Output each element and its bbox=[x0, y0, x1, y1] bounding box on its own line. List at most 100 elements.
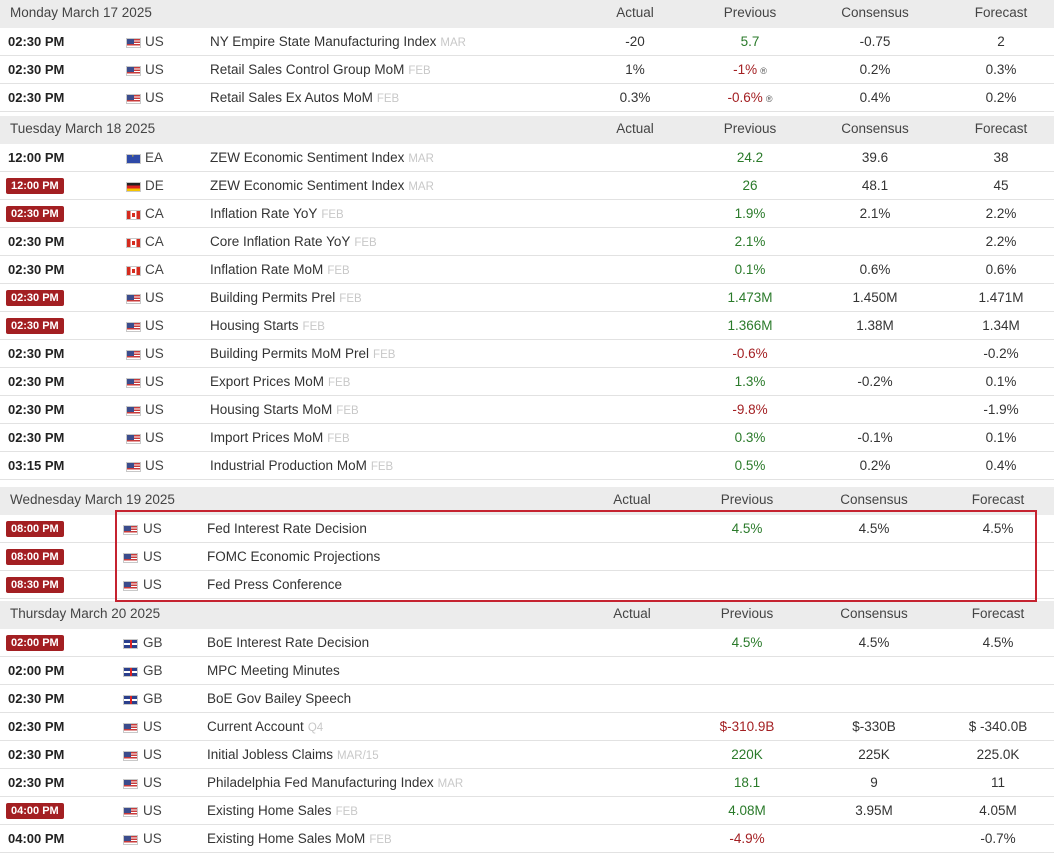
event-title[interactable]: Initial Jobless Claims bbox=[207, 747, 333, 762]
event-name[interactable]: Inflation Rate YoY FEB bbox=[210, 206, 344, 221]
event-row[interactable]: 03:15 PM US Industrial Production MoM FEB 0.… bbox=[0, 452, 1054, 480]
event-name[interactable]: BoE Interest Rate Decision bbox=[207, 635, 369, 650]
event-title[interactable]: Building Permits Prel bbox=[210, 290, 335, 305]
event-name[interactable]: Existing Home Sales MoM FEB bbox=[207, 831, 392, 846]
value-consensus: 48.1 bbox=[815, 178, 935, 193]
event-row[interactable]: 02:30 PM US Retail Sales Control Group MoM… bbox=[0, 56, 1054, 84]
event-name[interactable]: Building Permits MoM Prel FEB bbox=[210, 346, 395, 361]
event-title[interactable]: Fed Press Conference bbox=[207, 577, 342, 592]
event-row[interactable]: 12:00 PM DE ZEW Economic Sentiment Index MA… bbox=[0, 172, 1054, 200]
event-row[interactable]: 02:30 PM US Housing Starts FEB 1.366M 1.38M 1.… bbox=[0, 312, 1054, 340]
event-title[interactable]: Existing Home Sales MoM bbox=[207, 831, 365, 846]
event-name[interactable]: Export Prices MoM FEB bbox=[210, 374, 350, 389]
event-row[interactable]: 02:30 PM US Export Prices MoM FEB 1.3% -0.2% 0… bbox=[0, 368, 1054, 396]
event-row[interactable]: 04:00 PM US Existing Home Sales FEB 4.08M 3.9… bbox=[0, 797, 1054, 825]
event-title[interactable]: MPC Meeting Minutes bbox=[207, 663, 340, 678]
value-previous-text: -4.9% bbox=[729, 831, 765, 846]
event-title[interactable]: Import Prices MoM bbox=[210, 430, 323, 445]
event-title[interactable]: NY Empire State Manufacturing Index bbox=[210, 34, 436, 49]
value-previous: 18.1 bbox=[687, 775, 807, 790]
event-row[interactable]: 02:30 PM US Retail Sales Ex Autos MoM FEB 0.… bbox=[0, 84, 1054, 112]
event-row[interactable]: 02:30 PM US Philadelphia Fed Manufacturing… bbox=[0, 769, 1054, 797]
event-row[interactable]: 08:30 PM US Fed Press Conference bbox=[0, 571, 1054, 599]
event-time: 12:00 PM bbox=[8, 150, 65, 165]
event-title[interactable]: BoE Interest Rate Decision bbox=[207, 635, 369, 650]
event-name[interactable]: FOMC Economic Projections bbox=[207, 549, 380, 564]
value-consensus: 1.450M bbox=[815, 290, 935, 305]
event-row[interactable]: 02:30 PM US Building Permits MoM Prel FEB -0… bbox=[0, 340, 1054, 368]
event-title[interactable]: Building Permits MoM Prel bbox=[210, 346, 369, 361]
event-name[interactable]: Fed Interest Rate Decision bbox=[207, 521, 367, 536]
event-row[interactable]: 02:30 PM US Current Account Q4 $-310.9B $-330… bbox=[0, 713, 1054, 741]
event-title[interactable]: Industrial Production MoM bbox=[210, 458, 367, 473]
value-consensus: 9 bbox=[814, 775, 934, 790]
value-forecast: 45 bbox=[941, 178, 1054, 193]
event-name[interactable]: Initial Jobless Claims MAR/15 bbox=[207, 747, 379, 762]
event-row[interactable]: 02:30 PM CA Inflation Rate MoM FEB 0.1% 0.6% 0… bbox=[0, 256, 1054, 284]
event-name[interactable]: Existing Home Sales FEB bbox=[207, 803, 358, 818]
value-forecast-text: -0.7% bbox=[980, 831, 1016, 846]
value-consensus-text: -0.75 bbox=[859, 34, 891, 49]
country-code: GB bbox=[143, 691, 163, 706]
event-row[interactable]: 12:00 PM EA ZEW Economic Sentiment Index MA… bbox=[0, 144, 1054, 172]
event-row[interactable]: 02:30 PM CA Inflation Rate YoY FEB 1.9% 2.1% 2… bbox=[0, 200, 1054, 228]
value-consensus-text: 2.1% bbox=[859, 206, 891, 221]
event-row[interactable]: 02:30 PM US Building Permits Prel FEB 1.473M… bbox=[0, 284, 1054, 312]
event-title[interactable]: Core Inflation Rate YoY bbox=[210, 234, 350, 249]
event-title[interactable]: BoE Gov Bailey Speech bbox=[207, 691, 351, 706]
event-row[interactable]: 02:00 PM GB BoE Interest Rate Decision 4.5%… bbox=[0, 629, 1054, 657]
event-title[interactable]: Housing Starts MoM bbox=[210, 402, 332, 417]
event-title[interactable]: Fed Interest Rate Decision bbox=[207, 521, 367, 536]
event-name[interactable]: Fed Press Conference bbox=[207, 577, 342, 592]
event-row[interactable]: 02:00 PM GB MPC Meeting Minutes bbox=[0, 657, 1054, 685]
event-name[interactable]: Building Permits Prel FEB bbox=[210, 290, 362, 305]
value-consensus-text: 4.5% bbox=[858, 521, 890, 536]
event-name[interactable]: Import Prices MoM FEB bbox=[210, 430, 350, 445]
event-name[interactable]: BoE Gov Bailey Speech bbox=[207, 691, 351, 706]
event-name[interactable]: Philadelphia Fed Manufacturing Index MAR bbox=[207, 775, 463, 790]
event-row[interactable]: 02:30 PM CA Core Inflation Rate YoY FEB 2.1%… bbox=[0, 228, 1054, 256]
event-name[interactable]: MPC Meeting Minutes bbox=[207, 663, 340, 678]
event-name[interactable]: Housing Starts FEB bbox=[210, 318, 325, 333]
event-title[interactable]: ZEW Economic Sentiment Index bbox=[210, 178, 404, 193]
event-name[interactable]: Inflation Rate MoM FEB bbox=[210, 262, 350, 277]
event-name[interactable]: NY Empire State Manufacturing Index MAR bbox=[210, 34, 466, 49]
event-title[interactable]: FOMC Economic Projections bbox=[207, 549, 380, 564]
event-title[interactable]: Retail Sales Control Group MoM bbox=[210, 62, 404, 77]
event-time: 02:00 PM bbox=[8, 663, 65, 678]
value-consensus-text: 4.5% bbox=[858, 635, 890, 650]
event-time: 02:30 PM bbox=[8, 430, 65, 445]
value-previous: -9.8% bbox=[690, 402, 810, 417]
event-row[interactable]: 02:30 PM US NY Empire State Manufacturing … bbox=[0, 28, 1054, 56]
event-title[interactable]: Philadelphia Fed Manufacturing Index bbox=[207, 775, 434, 790]
event-title[interactable]: Inflation Rate YoY bbox=[210, 206, 317, 221]
event-name[interactable]: Retail Sales Control Group MoM FEB bbox=[210, 62, 431, 77]
event-name[interactable]: ZEW Economic Sentiment Index MAR bbox=[210, 150, 434, 165]
event-name[interactable]: Retail Sales Ex Autos MoM FEB bbox=[210, 90, 399, 105]
event-row[interactable]: 02:30 PM US Housing Starts MoM FEB -9.8% -1.9… bbox=[0, 396, 1054, 424]
event-row[interactable]: 02:30 PM US Initial Jobless Claims MAR/15 22… bbox=[0, 741, 1054, 769]
flag-us-icon bbox=[123, 807, 138, 817]
event-title[interactable]: ZEW Economic Sentiment Index bbox=[210, 150, 404, 165]
event-reference-period: FEB bbox=[370, 461, 394, 473]
value-previous-text: 220K bbox=[731, 747, 763, 762]
event-row[interactable]: 08:00 PM US Fed Interest Rate Decision 4.5%… bbox=[0, 515, 1054, 543]
event-name[interactable]: ZEW Economic Sentiment Index MAR bbox=[210, 178, 434, 193]
event-title[interactable]: Housing Starts bbox=[210, 318, 299, 333]
event-row[interactable]: 04:00 PM US Existing Home Sales MoM FEB -4.9… bbox=[0, 825, 1054, 853]
event-name[interactable]: Industrial Production MoM FEB bbox=[210, 458, 393, 473]
event-title[interactable]: Export Prices MoM bbox=[210, 374, 324, 389]
event-title[interactable]: Current Account bbox=[207, 719, 304, 734]
value-consensus: -0.2% bbox=[815, 374, 935, 389]
event-row[interactable]: 02:30 PM GB BoE Gov Bailey Speech bbox=[0, 685, 1054, 713]
event-name[interactable]: Housing Starts MoM FEB bbox=[210, 402, 359, 417]
event-time: 02:30 PM bbox=[8, 34, 65, 49]
country-code: US bbox=[143, 577, 162, 592]
event-row[interactable]: 08:00 PM US FOMC Economic Projections bbox=[0, 543, 1054, 571]
event-row[interactable]: 02:30 PM US Import Prices MoM FEB 0.3% -0.1% 0… bbox=[0, 424, 1054, 452]
event-name[interactable]: Core Inflation Rate YoY FEB bbox=[210, 234, 377, 249]
event-title[interactable]: Inflation Rate MoM bbox=[210, 262, 323, 277]
event-title[interactable]: Existing Home Sales bbox=[207, 803, 332, 818]
event-name[interactable]: Current Account Q4 bbox=[207, 719, 323, 734]
event-title[interactable]: Retail Sales Ex Autos MoM bbox=[210, 90, 373, 105]
